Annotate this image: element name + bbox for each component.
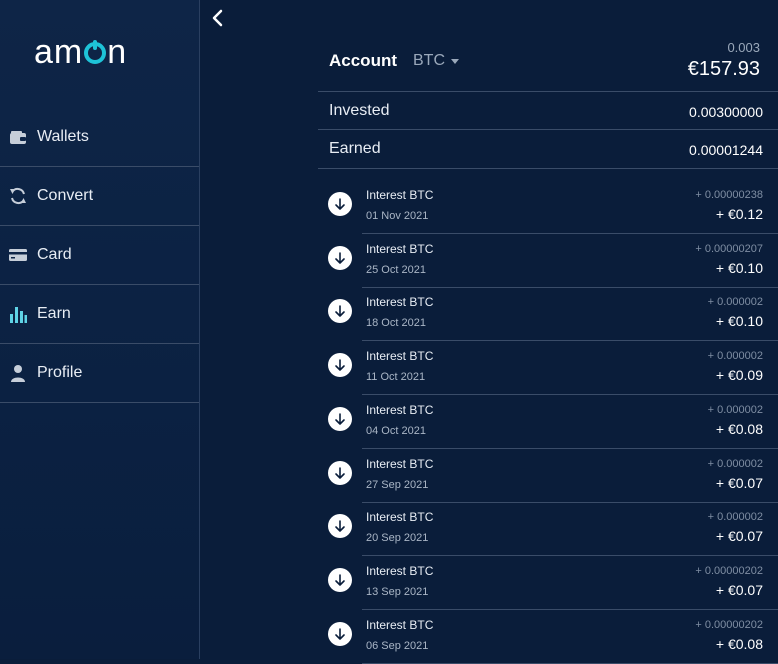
sidebar-item-card[interactable]: Card (0, 226, 199, 285)
transaction-date: 01 Nov 2021 (366, 210, 429, 222)
transaction-btc-amount: + 0.000002 (707, 296, 763, 309)
transaction-date: 13 Sep 2021 (366, 585, 429, 598)
earned-label: Earned (329, 140, 381, 157)
sidebar-item-profile[interactable]: Profile (0, 344, 199, 403)
transaction-eur-amount: + €0.08 (715, 420, 763, 437)
transaction-title: Interest BTC (366, 241, 434, 256)
balance-eur: €157.93 (687, 58, 760, 80)
transaction-eur-amount: + €0.07 (715, 528, 763, 545)
account-header: Account BTC 0.003 €157.93 (318, 38, 774, 92)
sidebar-nav: Wallets Convert Card Earn Profile (0, 108, 199, 403)
transaction-eur-amount: + €0.10 (715, 259, 763, 276)
transaction-date: 27 Sep 2021 (366, 478, 429, 491)
card-icon (8, 245, 28, 265)
back-button[interactable] (210, 8, 230, 30)
transaction-row[interactable]: Interest BTC 20 Sep 2021 + 0.000002 + €0.07 (318, 502, 778, 557)
transaction-date: 18 Oct 2021 (366, 317, 426, 330)
arrow-down-circle-icon (328, 299, 352, 324)
transaction-btc-amount: + 0.00000202 (695, 564, 763, 577)
sidebar-item-label: Earn (37, 305, 71, 322)
transaction-eur-amount: + €0.10 (715, 313, 763, 330)
transaction-eur-amount: + €0.08 (715, 635, 763, 652)
wallet-icon (8, 127, 28, 147)
arrow-down-circle-icon (328, 621, 352, 646)
transaction-title: Interest BTC (366, 188, 434, 202)
transaction-date: 20 Sep 2021 (366, 532, 429, 545)
earned-row: Earned 0.00001244 (318, 130, 778, 169)
sidebar-item-wallets[interactable]: Wallets (0, 108, 199, 167)
arrow-down-circle-icon (328, 406, 352, 431)
sidebar-item-convert[interactable]: Convert (0, 167, 199, 226)
main-panel: Account BTC 0.003 €157.93 Invested 0.003… (318, 0, 778, 664)
transaction-btc-amount: + 0.000002 (707, 457, 763, 470)
transaction-date: 06 Sep 2021 (366, 639, 429, 652)
chevron-left-icon (212, 9, 223, 27)
arrow-down-circle-icon (328, 192, 352, 216)
transaction-eur-amount: + €0.07 (715, 581, 763, 598)
logo-power-ring-icon (84, 42, 107, 64)
caret-down-icon[interactable] (451, 59, 459, 64)
transaction-eur-amount: + €0.07 (715, 474, 763, 491)
arrow-down-circle-icon (328, 514, 352, 539)
transaction-row[interactable]: Interest BTC 18 Oct 2021 + 0.000002 + €0.10 (318, 287, 778, 342)
sidebar-item-label: Profile (37, 364, 83, 381)
transaction-row[interactable]: Interest BTC 11 Oct 2021 + 0.000002 + €0.09 (318, 341, 778, 396)
transaction-date: 25 Oct 2021 (366, 263, 426, 276)
convert-icon (8, 186, 28, 206)
invested-row: Invested 0.00300000 (318, 91, 778, 130)
sidebar-item-label: Card (37, 246, 72, 263)
profile-icon (8, 363, 28, 383)
transaction-title: Interest BTC (366, 402, 434, 417)
sidebar-item-earn[interactable]: Earn (0, 285, 199, 344)
transaction-row[interactable]: Interest BTC 06 Sep 2021 + 0.00000202 + €0.… (318, 610, 778, 664)
transaction-row[interactable]: Interest BTC 04 Oct 2021 + 0.000002 + €0.08 (318, 395, 778, 449)
arrow-down-circle-icon (328, 567, 352, 592)
transaction-btc-amount: + 0.00000238 (695, 189, 763, 201)
balance-btc: 0.003 (727, 40, 760, 55)
arrow-down-circle-icon (328, 353, 352, 378)
divider (362, 662, 778, 664)
sidebar: am n Wallets Convert Card Earn Profile (0, 0, 200, 659)
transaction-btc-amount: + 0.00000202 (695, 618, 763, 631)
arrow-down-circle-icon (328, 245, 352, 270)
transaction-eur-amount: + €0.12 (715, 206, 763, 222)
sidebar-item-label: Wallets (37, 128, 89, 145)
transaction-title: Interest BTC (366, 510, 434, 525)
currency-dropdown[interactable]: BTC (413, 52, 445, 70)
invested-label: Invested (329, 102, 390, 119)
account-title: Account (329, 51, 397, 70)
transaction-title: Interest BTC (366, 295, 434, 310)
transaction-btc-amount: + 0.000002 (707, 350, 763, 363)
sidebar-item-label: Convert (37, 187, 94, 204)
transaction-row[interactable]: Interest BTC 25 Oct 2021 + 0.00000207 + €0.… (318, 234, 778, 288)
transaction-btc-amount: + 0.000002 (707, 403, 763, 416)
bar-chart-icon (8, 304, 28, 324)
transaction-title: Interest BTC (366, 563, 434, 578)
amon-logo[interactable]: am n (34, 33, 127, 71)
transaction-title: Interest BTC (366, 456, 434, 471)
transaction-row[interactable]: Interest BTC 13 Sep 2021 + 0.00000202 + €0.… (318, 556, 778, 610)
transaction-title: Interest BTC (366, 349, 434, 364)
transaction-date: 04 Oct 2021 (366, 424, 426, 437)
transaction-row[interactable]: Interest BTC 27 Sep 2021 + 0.000002 + €0.07 (318, 449, 778, 503)
transaction-title: Interest BTC (366, 617, 434, 632)
transaction-btc-amount: + 0.00000207 (695, 242, 763, 255)
earned-value: 0.00001244 (689, 142, 763, 158)
transaction-date: 11 Oct 2021 (366, 371, 426, 384)
transaction-row[interactable]: Interest BTC 01 Nov 2021 + 0.00000238 + €0.… (318, 180, 778, 234)
transaction-eur-amount: + €0.09 (715, 367, 763, 384)
transaction-btc-amount: + 0.000002 (707, 511, 763, 524)
arrow-down-circle-icon (328, 460, 352, 485)
invested-value: 0.00300000 (689, 104, 763, 120)
